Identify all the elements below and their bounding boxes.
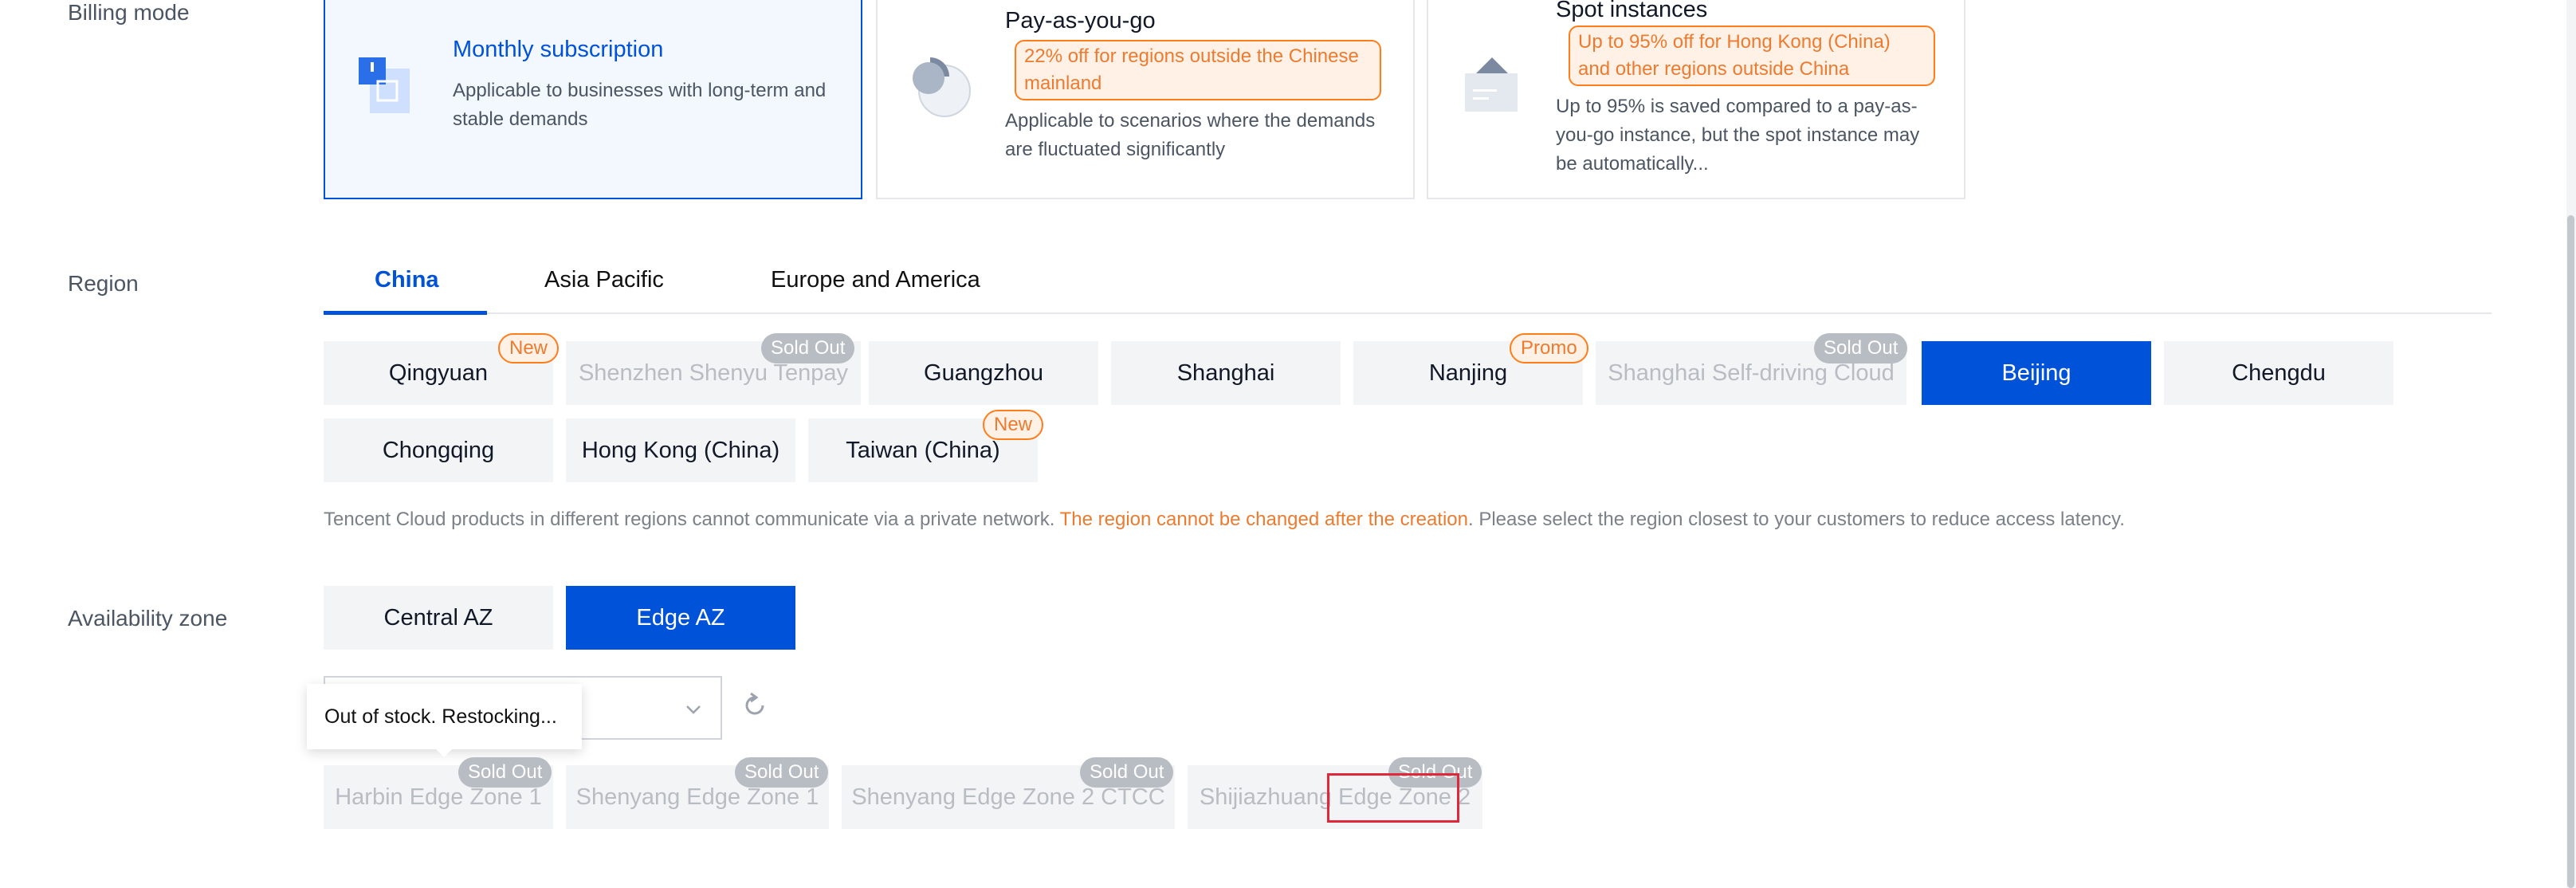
availability-zone-label: Availability zone — [68, 606, 228, 631]
sold-out-badge: Sold Out — [735, 757, 829, 788]
scrollbar-thumb[interactable] — [2567, 215, 2574, 888]
region-button-chongqing[interactable]: Chongqing — [324, 418, 553, 482]
central-az-button[interactable]: Central AZ — [324, 586, 553, 650]
selection-highlight — [1327, 773, 1459, 823]
billing-card-pay-as-you-go[interactable]: Pay-as-you-go 22% off for regions outsid… — [876, 0, 1415, 199]
sold-out-badge: Sold Out — [1080, 757, 1174, 788]
billing-card-spot-instances[interactable]: Spot instances Up to 95% off for Hong Ko… — [1427, 0, 1965, 199]
card-description: Applicable to businesses with long-term … — [453, 80, 827, 130]
card-description: Up to 95% is saved compared to a pay-as-… — [1556, 96, 1920, 175]
tab-divider — [324, 312, 2492, 314]
region-button-beijing[interactable]: Beijing — [1922, 341, 2151, 405]
region-warning: The region cannot be changed after the c… — [1059, 509, 1468, 530]
tab-asia-pacific[interactable]: Asia Pacific — [544, 267, 664, 293]
region-button-shanghai[interactable]: Shanghai — [1111, 341, 1341, 405]
promo-tag: 22% off for regions outside the Chinese … — [1015, 40, 1381, 100]
promo-badge: Promo — [1510, 333, 1588, 363]
spot-ticket-icon — [1465, 57, 1518, 112]
sold-out-badge: Sold Out — [1814, 333, 1908, 363]
promo-tag: Up to 95% off for Hong Kong (China) and … — [1569, 26, 1935, 86]
region-button-chengdu[interactable]: Chengdu — [2164, 341, 2393, 405]
region-label: Region — [68, 271, 139, 296]
card-description: Applicable to scenarios where the demand… — [1005, 110, 1376, 160]
out-of-stock-tooltip: Out of stock. Restocking... — [307, 684, 582, 749]
card-title: Pay-as-you-go — [1005, 8, 1156, 33]
refresh-icon[interactable] — [741, 692, 768, 719]
tab-europe-america[interactable]: Europe and America — [771, 267, 980, 293]
calendar-icon — [359, 57, 410, 113]
new-badge: New — [498, 333, 560, 363]
sold-out-badge: Sold Out — [761, 333, 855, 363]
tab-china[interactable]: China — [375, 267, 439, 293]
tab-active-indicator — [324, 311, 487, 315]
card-title: Monthly subscription — [453, 37, 664, 62]
new-badge: New — [983, 410, 1044, 440]
billing-card-monthly[interactable]: Monthly subscription Applicable to busin… — [324, 0, 862, 199]
sold-out-badge: Sold Out — [458, 757, 552, 788]
region-note: Tencent Cloud products in different regi… — [324, 509, 2125, 530]
tooltip-arrow — [434, 748, 454, 757]
chevron-down-icon — [686, 705, 701, 714]
pie-chart-icon — [913, 57, 971, 117]
region-button-hong-kong[interactable]: Hong Kong (China) — [566, 418, 795, 482]
edge-az-button[interactable]: Edge AZ — [566, 586, 795, 650]
region-button-guangzhou[interactable]: Guangzhou — [869, 341, 1098, 405]
billing-mode-label: Billing mode — [68, 0, 190, 25]
card-title: Spot instances — [1556, 0, 1708, 22]
